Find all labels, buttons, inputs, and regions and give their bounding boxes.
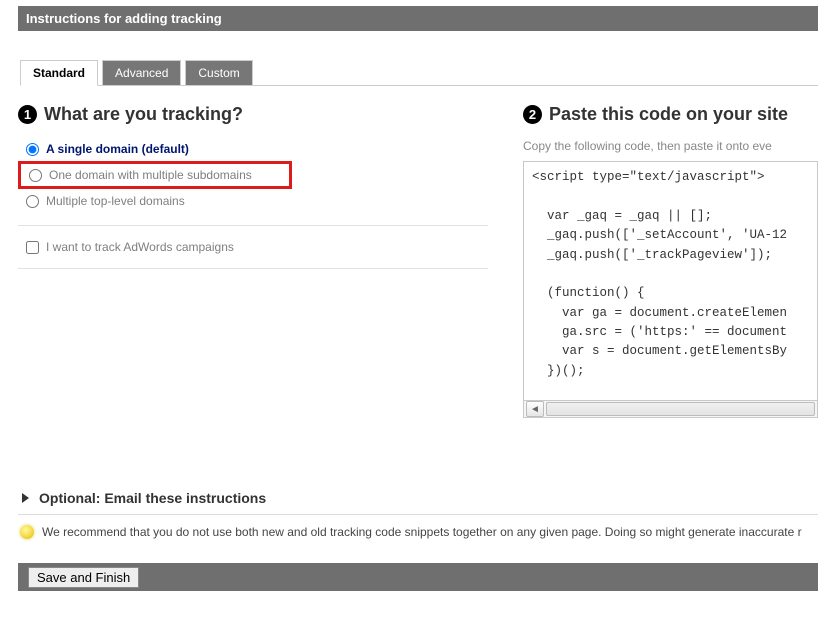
scroll-left-icon[interactable]: ◄ (526, 401, 544, 417)
scroll-track[interactable] (546, 402, 815, 416)
save-and-finish-button[interactable]: Save and Finish (28, 567, 139, 588)
option-subdomains-highlight: One domain with multiple subdomains (18, 161, 292, 189)
option-single-domain-radio[interactable] (26, 143, 39, 156)
checkbox-adwords-label: I want to track AdWords campaigns (46, 240, 234, 254)
option-multiple-tld[interactable]: Multiple top-level domains (18, 191, 523, 211)
accordion-email-instructions[interactable]: Optional: Email these instructions (18, 482, 818, 515)
tab-advanced[interactable]: Advanced (102, 60, 181, 86)
lightbulb-icon (20, 525, 34, 539)
step1-heading-text: What are you tracking? (44, 104, 243, 125)
code-horizontal-scrollbar[interactable]: ◄ (523, 401, 818, 418)
option-subdomains[interactable]: One domain with multiple subdomains (21, 165, 289, 185)
accordion-label: Optional: Email these instructions (39, 490, 266, 506)
step2-heading: 2 Paste this code on your site (523, 104, 818, 125)
chevron-right-icon (22, 493, 29, 503)
tab-custom[interactable]: Custom (185, 60, 252, 86)
option-subdomains-label: One domain with multiple subdomains (49, 168, 252, 182)
checkbox-adwords[interactable]: I want to track AdWords campaigns (18, 234, 523, 260)
tip-row: We recommend that you do not use both ne… (18, 525, 818, 539)
option-subdomains-radio[interactable] (29, 169, 42, 182)
option-multiple-tld-label: Multiple top-level domains (46, 194, 185, 208)
page-title-bar: Instructions for adding tracking (18, 6, 818, 31)
footer-bar: Save and Finish (18, 563, 818, 591)
option-single-domain-label: A single domain (default) (46, 142, 189, 156)
checkbox-adwords-input[interactable] (26, 241, 39, 254)
option-single-domain[interactable]: A single domain (default) (18, 139, 523, 159)
tip-text: We recommend that you do not use both ne… (42, 525, 802, 539)
page-title: Instructions for adding tracking (26, 11, 222, 26)
step1-heading: 1 What are you tracking? (18, 104, 523, 125)
tracking-code-box[interactable]: <script type="text/javascript"> var _gaq… (523, 161, 818, 401)
tab-bar: Standard Advanced Custom (20, 59, 818, 86)
step2-heading-text: Paste this code on your site (549, 104, 788, 125)
step1-badge: 1 (18, 105, 37, 124)
option-multiple-tld-radio[interactable] (26, 195, 39, 208)
step2-badge: 2 (523, 105, 542, 124)
copy-instructions: Copy the following code, then paste it o… (523, 139, 818, 153)
tab-standard[interactable]: Standard (20, 60, 98, 86)
